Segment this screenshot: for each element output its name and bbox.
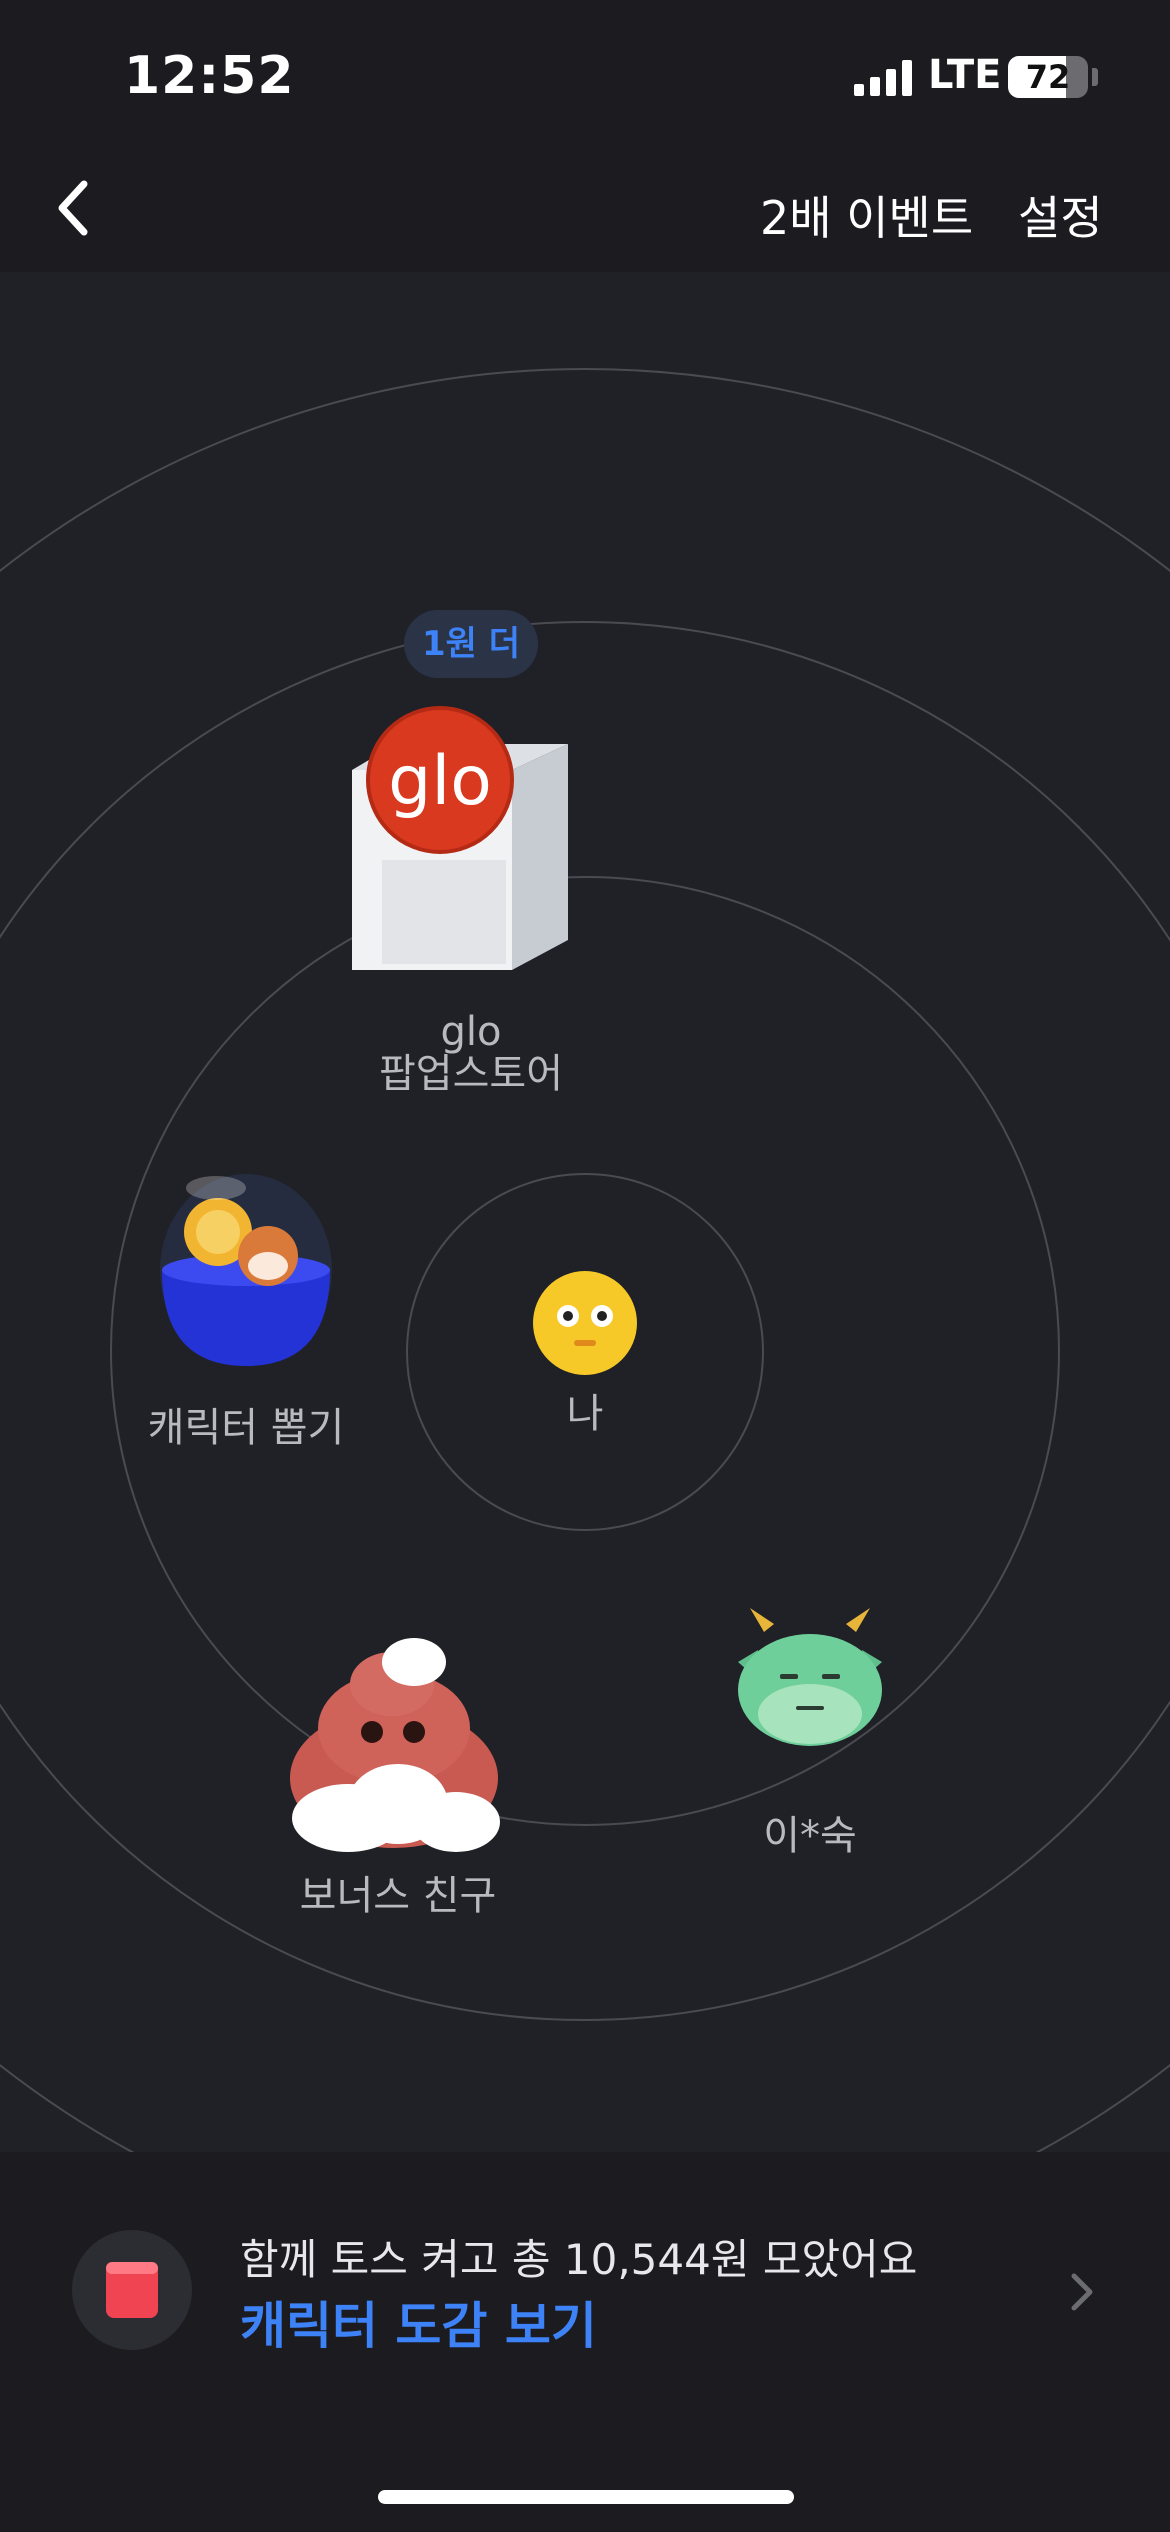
nav-bar: 2배 이벤트 설정 bbox=[0, 150, 1170, 272]
double-event-button[interactable]: 2배 이벤트 bbox=[760, 182, 973, 248]
svg-text:glo: glo bbox=[388, 742, 492, 821]
battery-tip bbox=[1092, 68, 1098, 86]
character-dex-link[interactable]: 캐릭터 도감 보기 bbox=[240, 2286, 597, 2358]
cellular-signal-icon bbox=[854, 60, 912, 96]
chevron-right-icon[interactable] bbox=[1068, 2270, 1098, 2314]
home-indicator[interactable] bbox=[378, 2490, 794, 2504]
status-bar: 12:52 LTE 72 bbox=[0, 0, 1170, 150]
book-icon-container bbox=[72, 2230, 192, 2350]
dragon-character-icon bbox=[738, 1608, 882, 1746]
friend-label: 이*숙 bbox=[763, 1813, 857, 1859]
collection-summary: 함께 토스 켜고 총 10,544원 모았어요 bbox=[240, 2235, 918, 2284]
status-time: 12:52 bbox=[124, 46, 295, 106]
battery-level: 72 bbox=[1025, 58, 1071, 96]
glo-popup-store-node[interactable]: glo glo 팝업스토어 bbox=[336, 700, 606, 1110]
cloud-poop-character-icon bbox=[290, 1638, 500, 1852]
character-gacha-node[interactable]: 캐릭터 뽑기 bbox=[136, 1160, 356, 1460]
settings-button[interactable]: 설정 bbox=[1018, 182, 1103, 248]
me-face-icon bbox=[533, 1271, 637, 1375]
network-type: LTE bbox=[928, 52, 1002, 98]
friend-node[interactable]: 이*숙 bbox=[720, 1602, 900, 1872]
glo-label-line2: 팝업스토어 bbox=[379, 1051, 563, 1097]
gacha-label: 캐릭터 뽑기 bbox=[147, 1405, 345, 1451]
book-icon bbox=[106, 2262, 158, 2318]
glo-label-line1: glo bbox=[440, 1009, 502, 1055]
bonus-friend-node[interactable]: 보너스 친구 bbox=[268, 1628, 528, 1928]
battery-icon: 72 bbox=[1008, 56, 1088, 98]
bonus-friend-label: 보너스 친구 bbox=[299, 1873, 497, 1919]
me-label: 나 bbox=[566, 1391, 604, 1437]
bottom-banner: 함께 토스 켜고 총 10,544원 모았어요 캐릭터 도감 보기 bbox=[0, 2152, 1170, 2532]
popup-store-box-icon: glo bbox=[352, 706, 568, 970]
me-node[interactable]: 나 bbox=[522, 1262, 648, 1442]
reward-badge: 1원 더 bbox=[404, 610, 538, 678]
gacha-capsule-icon bbox=[160, 1174, 332, 1366]
back-arrow-icon[interactable] bbox=[48, 172, 112, 244]
